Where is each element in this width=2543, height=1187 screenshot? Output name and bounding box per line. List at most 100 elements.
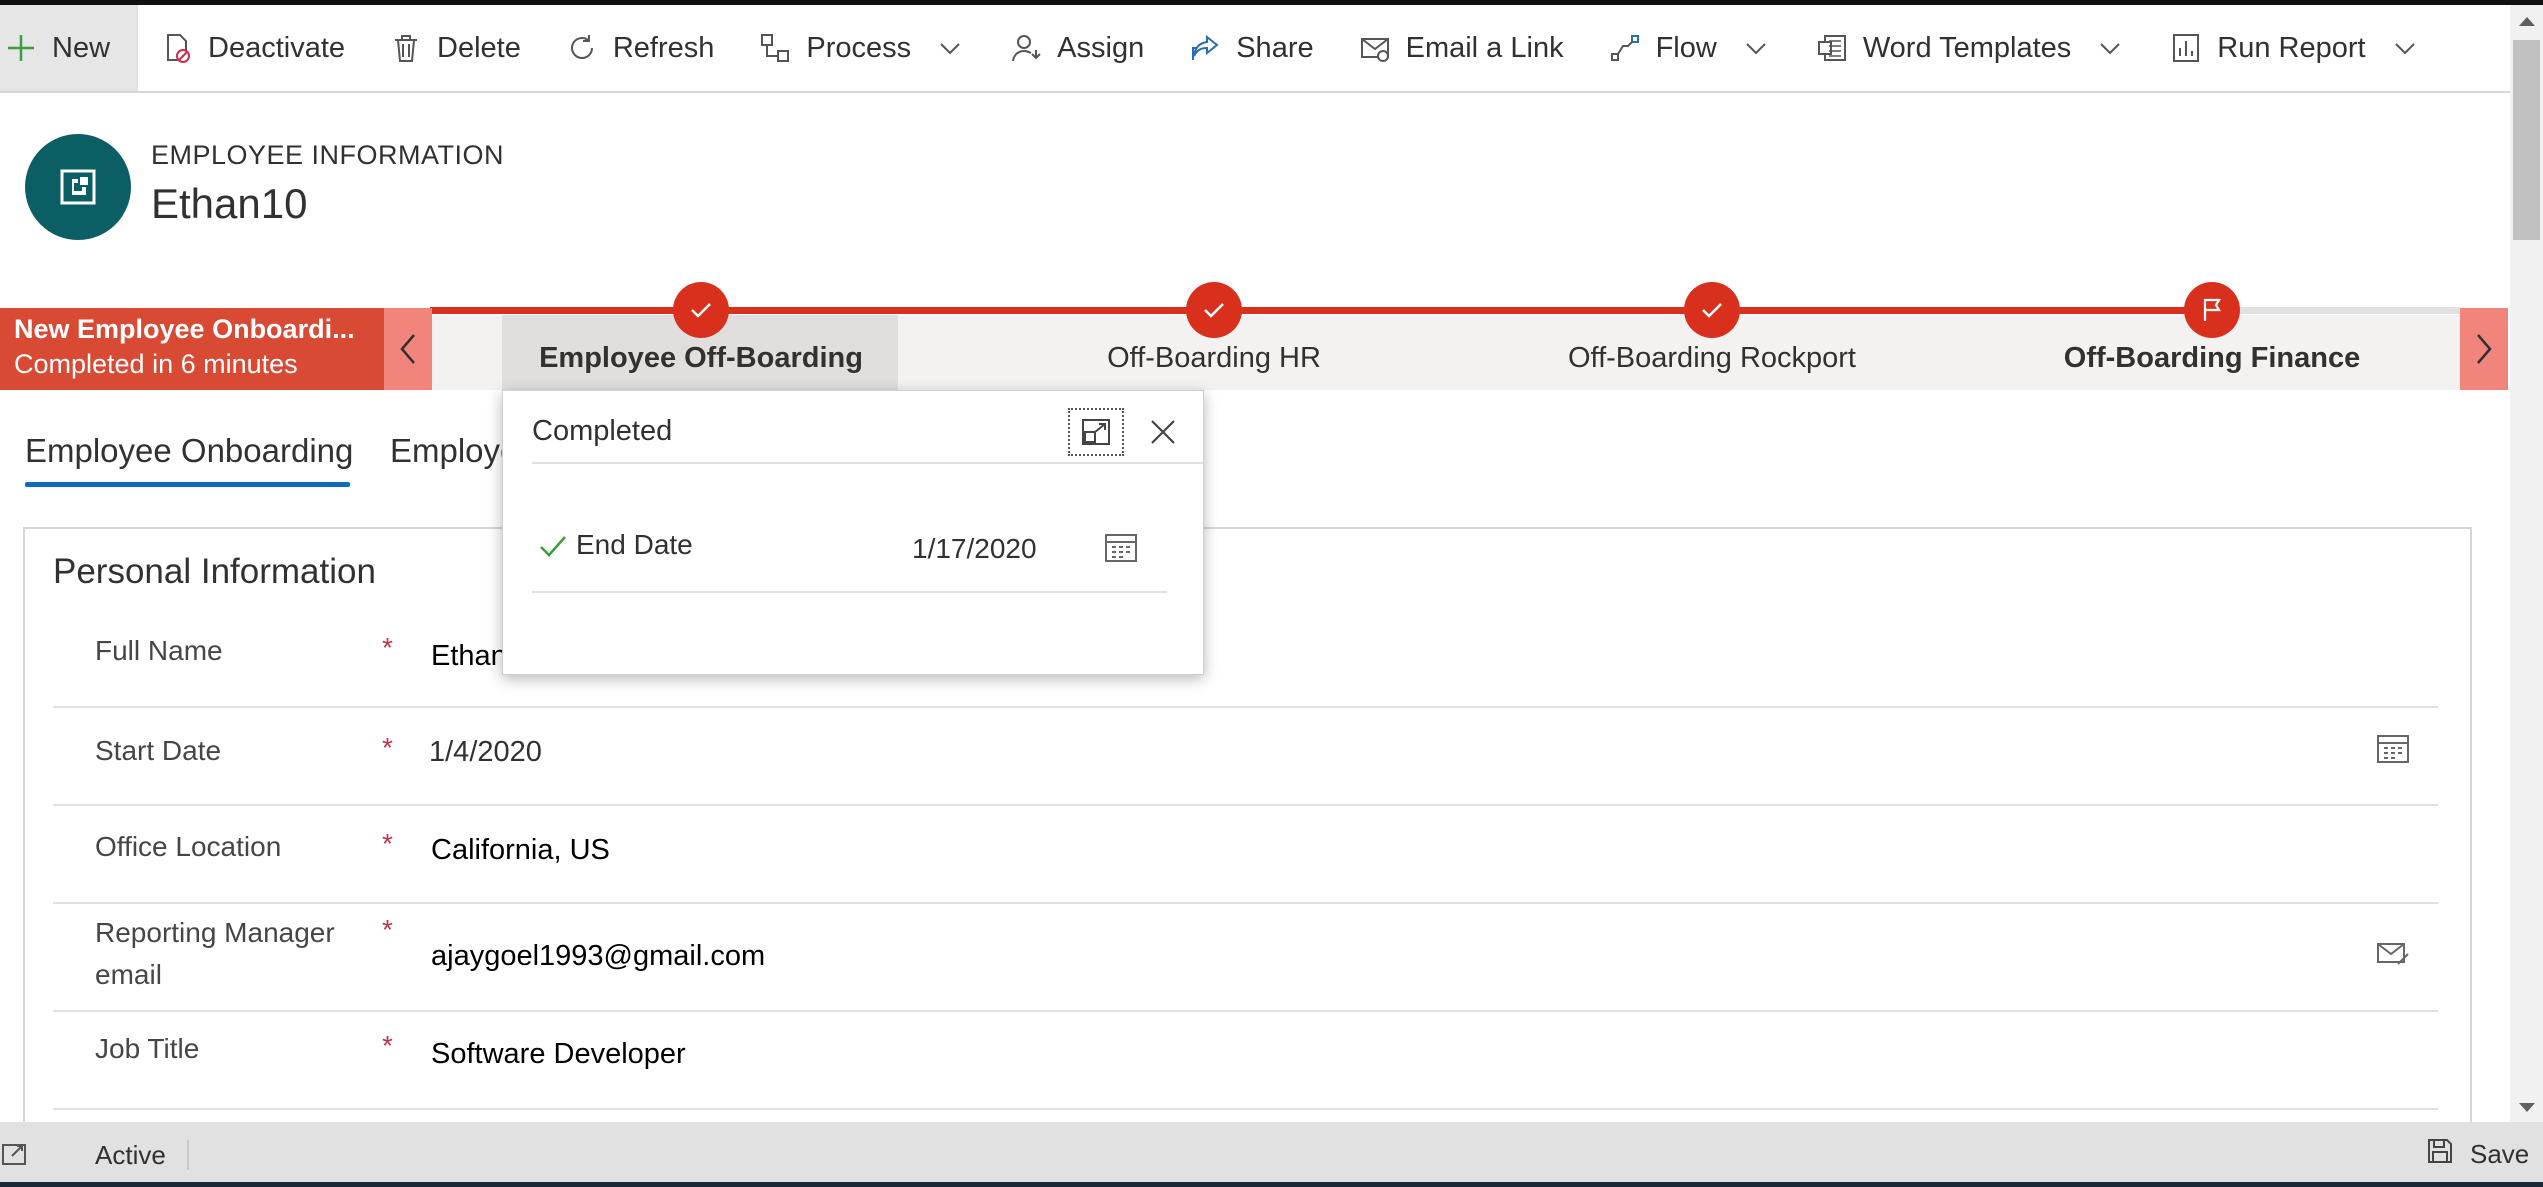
assign-button[interactable]: Assign (987, 5, 1166, 91)
tab-employee-onboarding[interactable]: Employee Onboarding (25, 432, 353, 470)
email-link-button[interactable]: Email a Link (1336, 5, 1586, 91)
field-row-full-name: Full Name * Ethan (53, 618, 2438, 708)
scroll-down-arrow-icon[interactable] (2519, 1103, 2535, 1112)
calendar-icon[interactable] (2376, 732, 2410, 769)
field-row-reporting-manager-email: Reporting Manager email * ajaygoel1993@g… (53, 902, 2438, 1012)
status-bar: Active Save (0, 1122, 2543, 1187)
stage-completed-icon[interactable] (673, 282, 729, 338)
stage-offboarding-finance[interactable]: Off-Boarding Finance (2064, 342, 2360, 375)
share-icon (1188, 31, 1222, 65)
send-email-icon[interactable] (2376, 940, 2410, 973)
full-name-input[interactable]: Ethan (431, 640, 507, 673)
expand-icon (1082, 419, 1110, 445)
tab-employee[interactable]: Employe (390, 432, 518, 470)
chevron-left-icon (400, 334, 415, 364)
stage-completed-icon[interactable] (1684, 282, 1740, 338)
flyout-title: Completed (532, 415, 673, 447)
plus-icon (4, 31, 38, 65)
process-flag[interactable]: New Employee Onboardi... Completed in 6 … (0, 308, 384, 390)
deactivate-icon (160, 31, 194, 65)
flow-icon (1608, 31, 1642, 65)
refresh-label: Refresh (612, 31, 715, 64)
close-icon (1151, 420, 1175, 444)
end-date-input[interactable]: 1/17/2020 (912, 533, 1037, 565)
email-link-icon (1358, 31, 1392, 65)
chevron-down-icon[interactable] (2097, 34, 2125, 62)
required-indicator: * (382, 632, 393, 663)
reporting-manager-email-input[interactable]: ajaygoel1993@gmail.com (431, 940, 765, 973)
scroll-up-arrow-icon[interactable] (2519, 17, 2535, 26)
run-report-label: Run Report (2217, 31, 2366, 64)
field-label: Job Title (95, 1033, 200, 1064)
bpf-remaining-line (2210, 307, 2460, 314)
deactivate-label: Deactivate (208, 31, 346, 64)
section-title: Personal Information (53, 552, 376, 591)
taskbar-edge (0, 1182, 2543, 1187)
start-date-input[interactable]: 1/4/2020 (429, 736, 542, 769)
flyout-field-end-date: End Date 1/17/2020 (532, 521, 1167, 593)
record-status: Active (95, 1140, 166, 1170)
process-status: Completed in 6 minutes (14, 349, 298, 379)
word-templates-button[interactable]: Word Templates (1793, 5, 2147, 91)
selected-tab-indicator (25, 482, 350, 487)
stage-completed-icon[interactable] (1186, 282, 1242, 338)
new-button[interactable]: New (0, 5, 137, 91)
required-indicator: * (382, 828, 393, 859)
word-templates-label: Word Templates (1862, 31, 2072, 64)
chevron-down-icon[interactable] (2392, 34, 2420, 62)
required-indicator: * (382, 1030, 393, 1061)
command-bar: New Deactivate Delete Refresh Process As… (0, 5, 2510, 93)
word-template-icon (1815, 31, 1849, 65)
refresh-icon (565, 31, 599, 65)
calendar-icon[interactable] (1104, 531, 1138, 568)
vertical-scrollbar[interactable] (2510, 5, 2543, 1122)
field-row-job-title: Job Title * Software Developer (53, 1010, 2438, 1110)
entity-type-label: EMPLOYEE INFORMATION (151, 140, 505, 170)
stage-flyout: Completed End Date 1/17/2020 (502, 390, 1204, 675)
email-link-label: Email a Link (1405, 31, 1564, 64)
scrollbar-thumb[interactable] (2513, 40, 2540, 240)
record-title: Ethan10 (151, 180, 308, 227)
field-row-office-location: Office Location * California, US (53, 804, 2438, 904)
stage-employee-offboarding[interactable]: Employee Off-Boarding (539, 342, 863, 375)
chevron-down-icon[interactable] (1743, 34, 1771, 62)
office-location-input[interactable]: California, US (431, 834, 610, 867)
field-label: Full Name (95, 635, 223, 666)
stage-offboarding-hr[interactable]: Off-Boarding HR (1107, 342, 1321, 375)
run-report-button[interactable]: Run Report (2147, 5, 2441, 91)
job-title-input[interactable]: Software Developer (431, 1038, 686, 1071)
field-label: Reporting Manager (95, 917, 335, 948)
process-button[interactable]: Process (736, 5, 987, 91)
save-label: Save (2470, 1138, 2530, 1169)
deactivate-button[interactable]: Deactivate (138, 5, 367, 91)
close-flyout-button[interactable] (1139, 408, 1187, 456)
expand-flyout-button[interactable] (1068, 408, 1124, 456)
process-icon (758, 31, 792, 65)
status-divider (187, 1140, 189, 1170)
chevron-down-icon[interactable] (937, 34, 965, 62)
field-label: Office Location (95, 831, 282, 862)
bpf-prev-button[interactable] (384, 308, 432, 390)
report-icon (2169, 31, 2203, 65)
stage-finish-flag-icon[interactable] (2184, 282, 2240, 338)
business-process-flow: New Employee Onboardi... Completed in 6 … (0, 282, 2510, 390)
field-row-start-date: Start Date * 1/4/2020 (53, 706, 2438, 806)
trash-icon (389, 31, 423, 65)
delete-button[interactable]: Delete (367, 5, 543, 91)
bpf-next-button[interactable] (2460, 308, 2508, 390)
refresh-button[interactable]: Refresh (543, 5, 737, 91)
open-in-new-window-icon[interactable] (2, 1142, 28, 1171)
chevron-right-icon (2477, 334, 2492, 364)
save-icon (2426, 1137, 2454, 1172)
required-indicator: * (382, 732, 393, 763)
flow-button[interactable]: Flow (1586, 5, 1793, 91)
stage-offboarding-rockport[interactable]: Off-Boarding Rockport (1568, 342, 1856, 375)
flyout-divider (532, 462, 1203, 464)
delete-label: Delete (437, 31, 521, 64)
process-label: Process (806, 31, 912, 64)
flow-label: Flow (1655, 31, 1717, 64)
new-button-label: New (52, 31, 111, 64)
assign-label: Assign (1057, 31, 1145, 64)
save-button[interactable]: Save (2426, 1134, 2529, 1174)
share-button[interactable]: Share (1166, 5, 1335, 91)
